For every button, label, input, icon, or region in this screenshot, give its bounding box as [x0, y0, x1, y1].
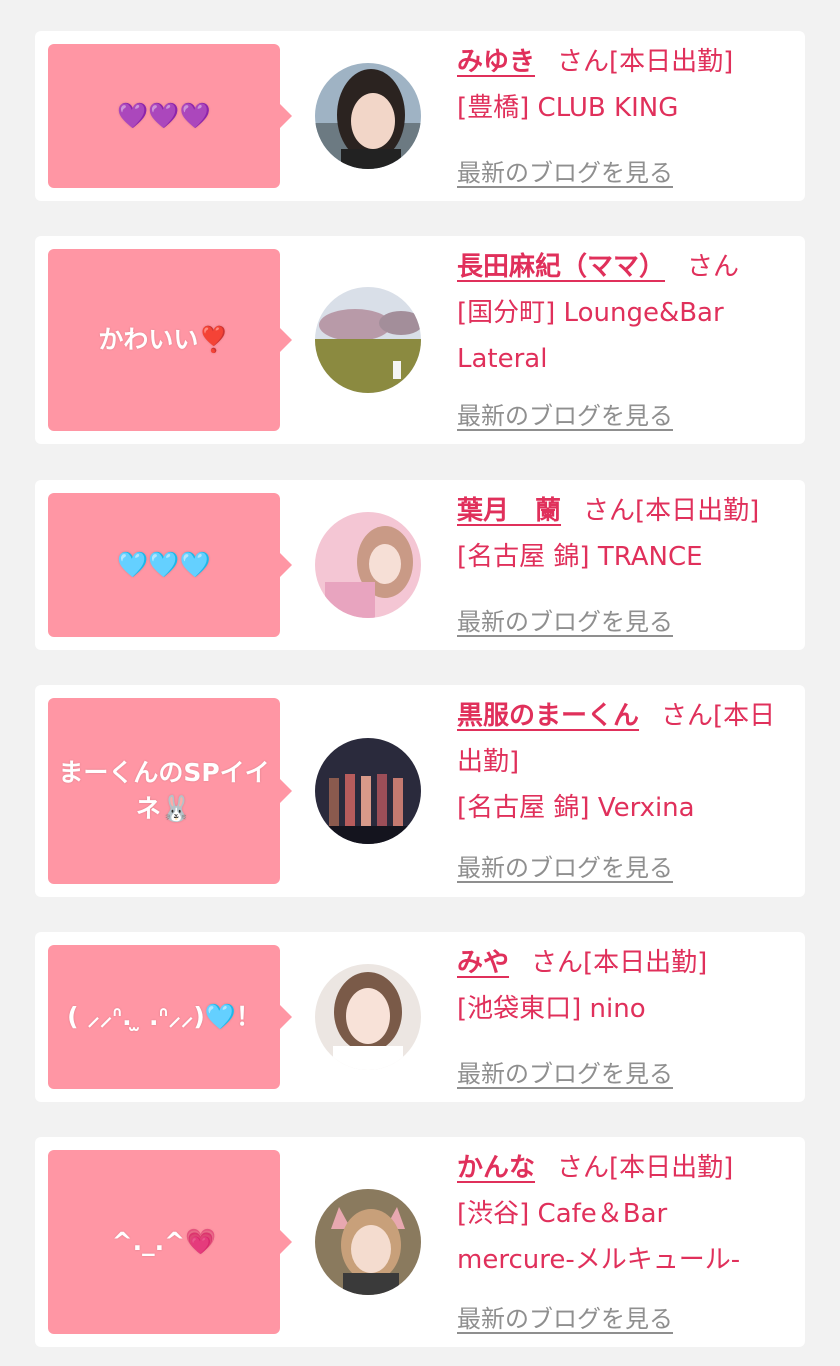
honorific: さん [531, 948, 584, 978]
comment-bubble: ( ⸝⸝ᐢ. ̫ .ᐢ⸝⸝)🩵！ [48, 945, 292, 1089]
avatar-photo [315, 512, 421, 618]
comment-text: かわいい❣️ [98, 325, 230, 354]
honorific: さん [557, 47, 610, 77]
blog-post-list: 💜💜💜 みゆき さん[本日出勤] [豊橋] CLUB KING 最新のブログを見る… [0, 0, 840, 1366]
honorific: さん [557, 1153, 610, 1183]
avatar[interactable] [315, 512, 421, 618]
list-item: 💜💜💜 みゆき さん[本日出勤] [豊橋] CLUB KING 最新のブログを見る [35, 31, 805, 201]
entry-info: みゆき さん[本日出勤] [豊橋] CLUB KING [457, 39, 793, 131]
entry-info: みや さん[本日出勤] [池袋東口] nino [457, 940, 793, 1032]
cast-name-link[interactable]: みや [457, 948, 509, 978]
list-item: ^._.^💗 かんな さん[本日出勤] [渋谷] Cafe＆Bar mercure… [35, 1137, 805, 1347]
avatar-photo [315, 1189, 421, 1295]
latest-blog-link[interactable]: 最新のブログを見る [457, 1299, 673, 1334]
comment-text: まーくんのSPイイネ🐰 [58, 758, 270, 823]
comment-bubble: かわいい❣️ [48, 249, 292, 431]
avatar-photo [315, 738, 421, 844]
avatar[interactable] [315, 1189, 421, 1295]
cast-name-link[interactable]: 長田麻紀（ママ） [457, 252, 665, 282]
list-item: かわいい❣️ 長田麻紀（ママ） さん [国分町] Lounge&Bar Later… [35, 236, 805, 444]
avatar[interactable] [315, 63, 421, 169]
comment-bubble: ^._.^💗 [48, 1150, 292, 1334]
list-item: まーくんのSPイイネ🐰 黒服のまーくん さん[本日出勤] [名古屋 錦] Verx… [35, 685, 805, 897]
shop-label: [池袋東口] nino [457, 994, 646, 1024]
latest-blog-link[interactable]: 最新のブログを見る [457, 602, 673, 637]
shop-label: [豊橋] CLUB KING [457, 93, 679, 123]
entry-info: 長田麻紀（ママ） さん [国分町] Lounge&Bar Lateral [457, 244, 793, 382]
comment-bubble: まーくんのSPイイネ🐰 [48, 698, 292, 884]
entry-info: かんな さん[本日出勤] [渋谷] Cafe＆Bar mercure-メルキュール… [457, 1145, 793, 1283]
shop-label: [国分町] Lounge&Bar Lateral [457, 298, 724, 374]
cast-name-link[interactable]: 葉月 蘭 [457, 496, 561, 526]
latest-blog-link[interactable]: 最新のブログを見る [457, 1054, 673, 1089]
list-item: ( ⸝⸝ᐢ. ̫ .ᐢ⸝⸝)🩵！ みや さん[本日出勤] [池袋東口] nino … [35, 932, 805, 1102]
honorific: さん [687, 252, 740, 282]
comment-bubble: 💜💜💜 [48, 44, 292, 188]
comment-text: ^._.^💗 [111, 1227, 217, 1256]
avatar-photo [315, 287, 421, 393]
comment-text: 🩵🩵🩵 [117, 550, 211, 579]
entry-info: 葉月 蘭さん[本日出勤] [名古屋 錦] TRANCE [457, 488, 793, 580]
latest-blog-link[interactable]: 最新のブログを見る [457, 153, 673, 188]
comment-text: 💜💜💜 [117, 101, 211, 130]
avatar[interactable] [315, 738, 421, 844]
shop-label: [名古屋 錦] TRANCE [457, 542, 703, 572]
avatar[interactable] [315, 287, 421, 393]
avatar[interactable] [315, 964, 421, 1070]
status-label: [本日出勤] [635, 496, 760, 526]
status-label: [本日出勤] [609, 1153, 734, 1183]
latest-blog-link[interactable]: 最新のブログを見る [457, 396, 673, 431]
status-label: [本日出勤] [609, 47, 734, 77]
entry-info: 黒服のまーくん さん[本日出勤] [名古屋 錦] Verxina [457, 693, 793, 831]
comment-bubble: 🩵🩵🩵 [48, 493, 292, 637]
shop-label: [渋谷] Cafe＆Bar mercure-メルキュール- [457, 1199, 741, 1275]
cast-name-link[interactable]: かんな [457, 1153, 535, 1183]
latest-blog-link[interactable]: 最新のブログを見る [457, 848, 673, 883]
list-item: 🩵🩵🩵 葉月 蘭さん[本日出勤] [名古屋 錦] TRANCE 最新のブログを見… [35, 480, 805, 650]
comment-text: ( ⸝⸝ᐢ. ̫ .ᐢ⸝⸝)🩵！ [67, 1002, 261, 1031]
honorific: さん [661, 701, 714, 731]
honorific: さん [583, 496, 636, 526]
cast-name-link[interactable]: みゆき [457, 47, 535, 77]
avatar-photo [315, 964, 421, 1070]
avatar-photo [315, 63, 421, 169]
shop-label: [名古屋 錦] Verxina [457, 793, 695, 823]
cast-name-link[interactable]: 黒服のまーくん [457, 701, 639, 731]
status-label: [本日出勤] [583, 948, 708, 978]
